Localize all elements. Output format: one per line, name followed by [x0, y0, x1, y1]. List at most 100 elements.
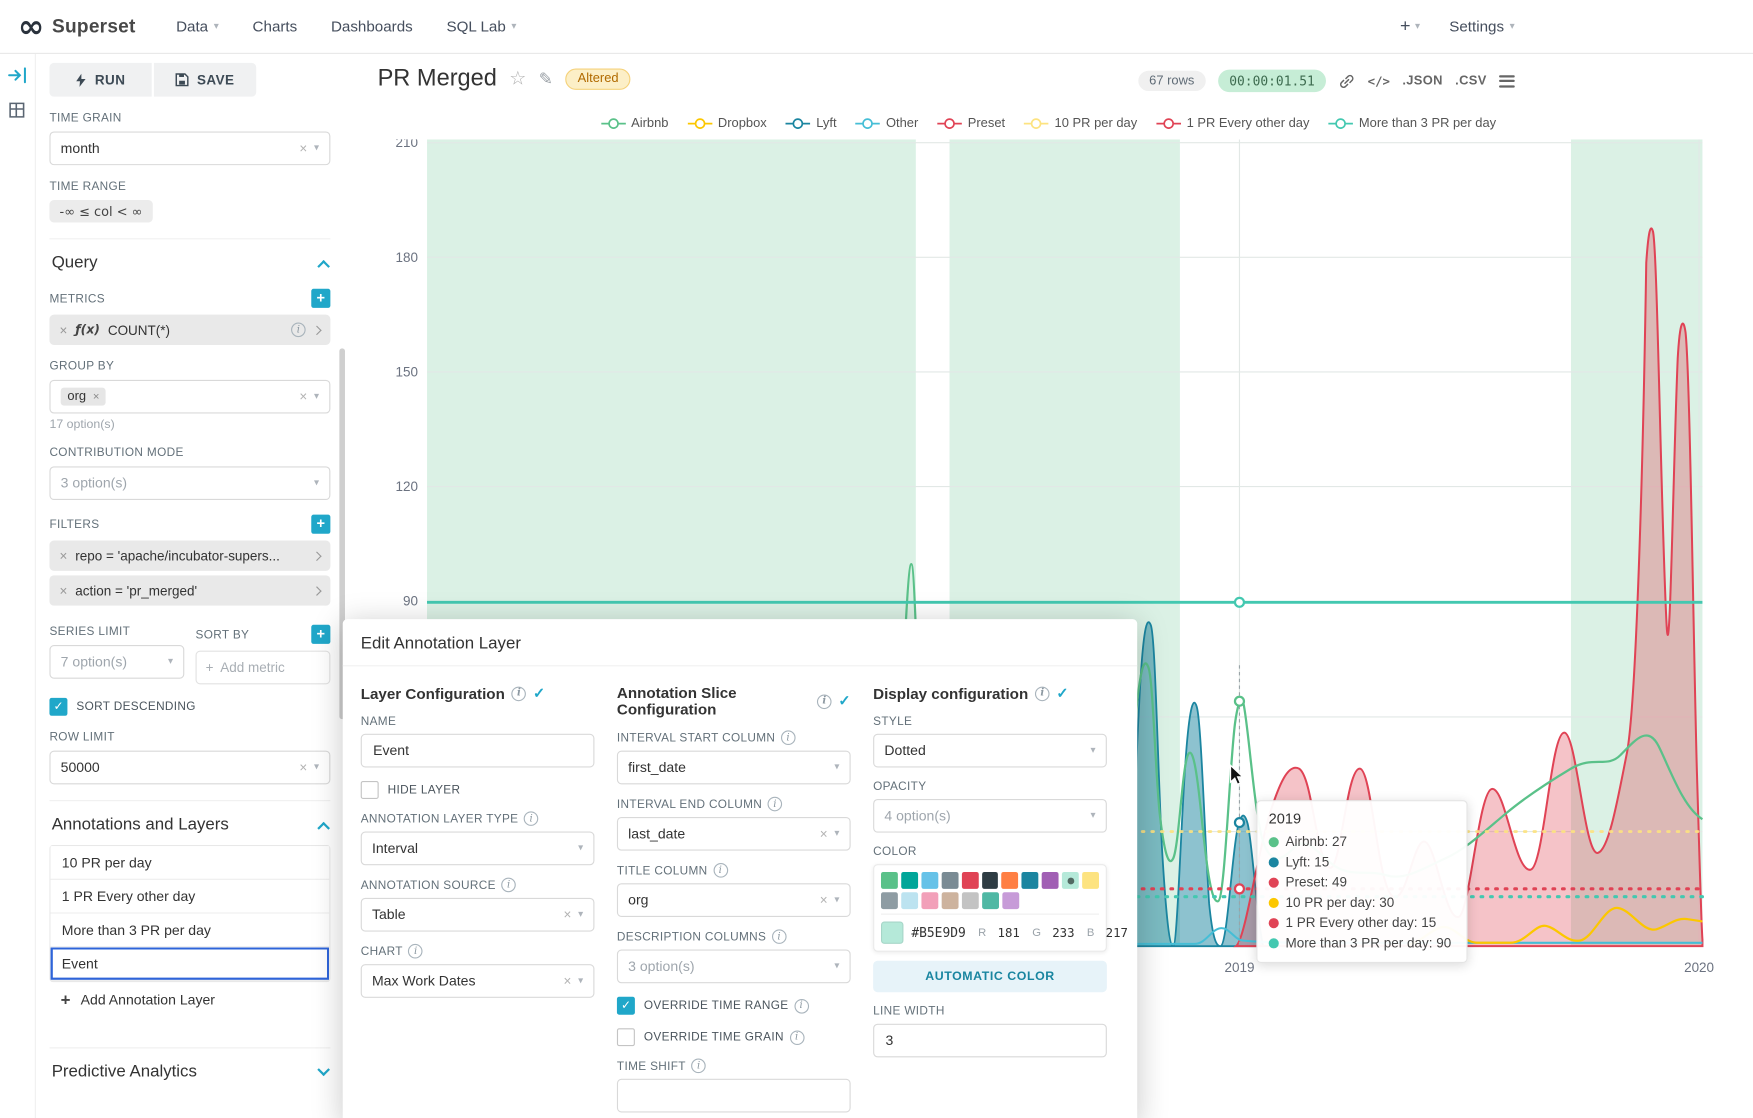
legend-item[interactable]: 1 PR Every other day — [1156, 117, 1309, 130]
clear-icon[interactable]: × — [820, 892, 828, 908]
nav-item-sql-lab[interactable]: SQL Lab▾ — [446, 18, 516, 35]
r-value[interactable]: 181 — [998, 925, 1020, 940]
annotation-source-select[interactable]: Table ×▾ — [361, 898, 595, 932]
filter-chip[interactable]: ×repo = 'apache/incubator-supers... — [49, 541, 330, 571]
legend-item[interactable]: Preset — [937, 117, 1005, 130]
chart-select[interactable]: Max Work Dates ×▾ — [361, 964, 595, 998]
color-swatch[interactable] — [1002, 872, 1019, 889]
color-swatch[interactable] — [982, 872, 999, 889]
override-time-range-checkbox[interactable]: ✓ — [617, 997, 635, 1015]
nav-item-data[interactable]: Data▾ — [176, 18, 219, 35]
annotation-layer-type-select[interactable]: Interval ▾ — [361, 832, 595, 866]
time-shift-input[interactable] — [617, 1079, 851, 1113]
annotations-section-header[interactable]: Annotations and Layers — [49, 800, 330, 836]
remove-filter-icon[interactable]: × — [60, 583, 68, 599]
remove-filter-icon[interactable]: × — [60, 548, 68, 564]
group-by-select[interactable]: org× ×▾ — [49, 380, 330, 414]
color-swatch[interactable] — [1062, 872, 1079, 889]
line-width-input[interactable]: 3 — [873, 1024, 1107, 1058]
color-swatch[interactable] — [901, 892, 918, 909]
query-section-header[interactable]: Query — [49, 238, 330, 274]
hide-layer-checkbox[interactable]: ✓ — [361, 781, 379, 799]
hex-value[interactable]: #B5E9D9 — [911, 925, 965, 941]
color-swatch[interactable] — [942, 892, 959, 909]
interval-start-select[interactable]: first_date ▾ — [617, 751, 851, 785]
remove-tag-icon[interactable]: × — [93, 390, 100, 402]
row-limit-select[interactable]: 50000 ×▾ — [49, 751, 330, 785]
more-menu-icon[interactable] — [1499, 75, 1515, 87]
annotation-layer-row[interactable]: More than 3 PR per day — [51, 914, 330, 948]
time-range-chip[interactable]: -∞ ≤ col < ∞ — [49, 200, 152, 222]
legend-item[interactable]: 10 PR per day — [1024, 117, 1137, 130]
group-by-tag[interactable]: org× — [61, 388, 106, 406]
b-value[interactable]: 217 — [1106, 925, 1128, 940]
clear-icon[interactable]: × — [299, 389, 307, 405]
clear-icon[interactable]: × — [563, 973, 571, 989]
series-limit-select[interactable]: 7 option(s) ▾ — [49, 645, 184, 679]
add-filter-icon[interactable]: + — [311, 515, 330, 534]
color-swatch[interactable] — [1082, 872, 1099, 889]
export-csv-button[interactable]: .CSV — [1455, 74, 1487, 87]
color-swatch[interactable] — [901, 872, 918, 889]
add-sort-metric-icon[interactable]: + — [311, 625, 330, 644]
save-button[interactable]: SAVE — [154, 63, 256, 97]
color-swatch[interactable] — [881, 892, 898, 909]
legend-item[interactable]: Lyft — [786, 117, 837, 130]
g-value[interactable]: 233 — [1052, 925, 1074, 940]
remove-metric-icon[interactable]: × — [60, 322, 68, 338]
filter-chip[interactable]: ×action = 'pr_merged' — [49, 575, 330, 605]
nav-item-charts[interactable]: Charts — [253, 18, 298, 35]
sort-descending-checkbox[interactable]: ✓ — [49, 698, 67, 716]
contribution-mode-select[interactable]: 3 option(s) ▾ — [49, 466, 330, 500]
clear-icon[interactable]: × — [299, 760, 307, 776]
add-metric-icon[interactable]: + — [311, 289, 330, 308]
chevron-right-icon[interactable] — [312, 551, 322, 561]
legend-item[interactable]: Dropbox — [688, 117, 767, 130]
predictive-section-header[interactable]: Predictive Analytics — [49, 1047, 330, 1083]
clear-icon[interactable]: × — [820, 826, 828, 842]
clear-icon[interactable]: × — [563, 907, 571, 923]
color-swatch[interactable] — [881, 872, 898, 889]
color-swatch[interactable] — [921, 872, 938, 889]
time-grain-select[interactable]: month ×▾ — [49, 131, 330, 165]
sort-by-add-metric[interactable]: + Add metric — [196, 651, 331, 685]
opacity-select[interactable]: 4 option(s) ▾ — [873, 799, 1107, 833]
automatic-color-button[interactable]: AUTOMATIC COLOR — [873, 961, 1107, 992]
annotation-layer-row[interactable]: 10 PR per day — [51, 846, 330, 880]
legend-item[interactable]: More than 3 PR per day — [1329, 117, 1497, 130]
color-swatch[interactable] — [1002, 892, 1019, 909]
name-input[interactable]: Event — [361, 734, 595, 768]
color-swatch[interactable] — [1042, 872, 1059, 889]
title-column-select[interactable]: org ×▾ — [617, 883, 851, 917]
new-item-button[interactable]: +▾ — [1400, 16, 1420, 36]
dataset-grid-icon[interactable] — [7, 101, 27, 121]
chevron-right-icon[interactable] — [312, 586, 322, 596]
color-swatch[interactable] — [961, 872, 978, 889]
legend-item[interactable]: Other — [856, 117, 919, 130]
style-select[interactable]: Dotted ▾ — [873, 734, 1107, 768]
color-swatch[interactable] — [1022, 872, 1039, 889]
legend-item[interactable]: Airbnb — [601, 117, 669, 130]
color-swatch[interactable] — [982, 892, 999, 909]
interval-end-select[interactable]: last_date ×▾ — [617, 817, 851, 851]
color-swatch[interactable] — [921, 892, 938, 909]
export-json-button[interactable]: .JSON — [1402, 74, 1442, 87]
annotation-layer-row[interactable]: Event — [51, 947, 330, 981]
description-columns-select[interactable]: 3 option(s) ▾ — [617, 950, 851, 984]
clear-icon[interactable]: × — [299, 140, 307, 156]
collapse-panel-icon[interactable] — [7, 65, 27, 85]
share-link-icon[interactable] — [1338, 72, 1355, 89]
nav-item-dashboards[interactable]: Dashboards — [331, 18, 413, 35]
override-time-grain-checkbox[interactable]: ✓ — [617, 1028, 635, 1046]
metric-chip[interactable]: × ƒ(x) COUNT(*) i — [49, 315, 330, 345]
color-swatch[interactable] — [962, 892, 979, 909]
chevron-right-icon[interactable] — [312, 325, 322, 335]
embed-code-icon[interactable]: </> — [1368, 74, 1390, 89]
color-swatch[interactable] — [941, 872, 958, 889]
favorite-star-icon[interactable]: ☆ — [509, 67, 526, 89]
edit-title-icon[interactable]: ✎ — [539, 69, 553, 89]
add-annotation-layer-button[interactable]: + Add Annotation Layer — [49, 982, 330, 1018]
settings-menu[interactable]: Settings▾ — [1449, 18, 1515, 35]
run-button[interactable]: RUN — [49, 63, 151, 97]
annotation-layer-row[interactable]: 1 PR Every other day — [51, 880, 330, 914]
